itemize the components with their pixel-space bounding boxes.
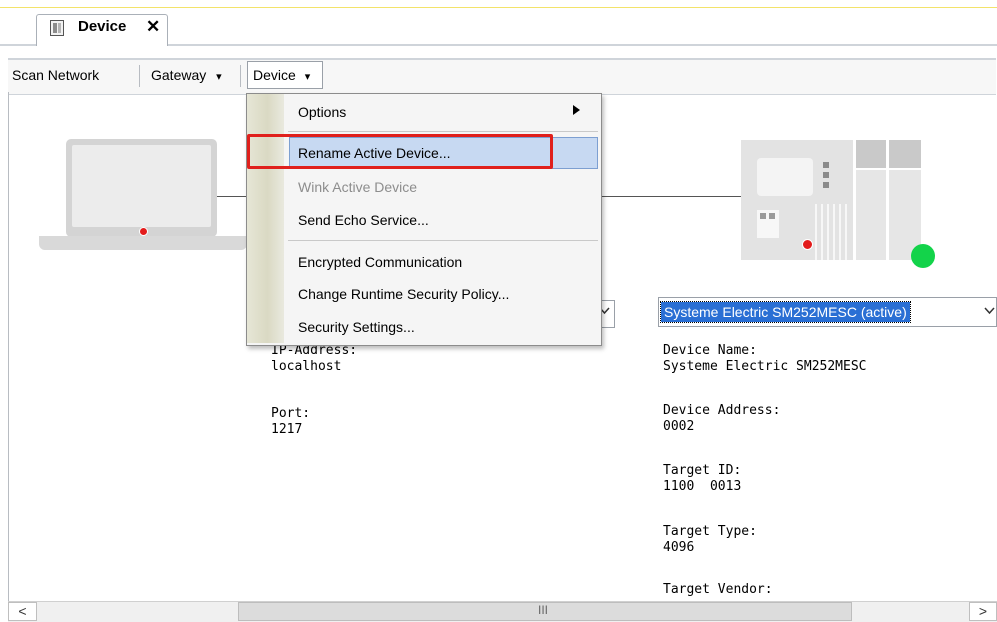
target-type-value: 4096 bbox=[663, 540, 695, 555]
laptop-display bbox=[72, 145, 211, 227]
device-online-status-icon bbox=[911, 244, 935, 268]
device-icon bbox=[50, 20, 64, 36]
scrollbar-grip-icon: III bbox=[538, 603, 549, 617]
scan-network-button[interactable]: Scan Network bbox=[12, 67, 99, 83]
left-frame-border bbox=[8, 92, 9, 602]
target-id-value: 1100 0013 bbox=[663, 479, 742, 494]
menu-separator bbox=[288, 240, 598, 241]
device-address-value: 0002 bbox=[663, 419, 695, 434]
gateway-label: Gateway bbox=[151, 67, 207, 83]
port-value: 1217 bbox=[271, 422, 303, 437]
device-label: Device bbox=[253, 67, 296, 83]
chevron-down-icon bbox=[984, 303, 995, 318]
device-select-value: Systeme Electric SM252MESC (active) bbox=[660, 301, 911, 323]
target-id-label: Target ID: bbox=[663, 463, 742, 478]
scroll-left-button[interactable]: < bbox=[8, 602, 37, 621]
toolbar-separator bbox=[139, 65, 140, 87]
menu-item-encrypted-communication[interactable]: Encrypted Communication bbox=[298, 254, 462, 270]
device-name-label: Device Name: bbox=[663, 343, 757, 358]
device-name-value: Systeme Electric SM252MESC bbox=[663, 359, 867, 374]
submenu-arrow-icon bbox=[573, 105, 580, 118]
menu-item-wink-active-device: Wink Active Device bbox=[298, 179, 418, 195]
plc-run-led-icon bbox=[802, 239, 813, 250]
tab-label: Device bbox=[78, 18, 127, 35]
gateway-status-icon bbox=[139, 227, 148, 236]
menu-icon-gutter bbox=[247, 94, 284, 343]
plc-device-icon bbox=[741, 140, 921, 260]
top-strip bbox=[0, 0, 997, 8]
device-menu-label: Device ▾ bbox=[253, 67, 310, 83]
chevron-down-icon: ▾ bbox=[304, 71, 311, 83]
menu-item-change-runtime-security-policy[interactable]: Change Runtime Security Policy... bbox=[298, 286, 509, 302]
menu-item-options[interactable]: Options bbox=[298, 104, 346, 120]
target-vendor-label: Target Vendor: bbox=[663, 582, 773, 597]
port-label: Port: bbox=[271, 406, 311, 421]
target-type-label: Target Type: bbox=[663, 524, 757, 539]
menu-item-send-echo-service[interactable]: Send Echo Service... bbox=[298, 212, 429, 228]
close-icon[interactable]: ✕ bbox=[146, 17, 160, 37]
menu-separator bbox=[288, 131, 598, 132]
laptop-base bbox=[39, 236, 247, 250]
chevron-down-icon: ▾ bbox=[216, 71, 222, 83]
ip-address-value: localhost bbox=[271, 359, 342, 374]
annotation-highlight-box bbox=[247, 134, 553, 169]
toolbar-separator bbox=[240, 65, 241, 87]
device-address-label: Device Address: bbox=[663, 403, 781, 418]
scroll-right-button[interactable]: > bbox=[969, 602, 997, 621]
menu-item-security-settings[interactable]: Security Settings... bbox=[298, 319, 415, 335]
gateway-menu-button[interactable]: Gateway ▾ bbox=[151, 67, 222, 83]
